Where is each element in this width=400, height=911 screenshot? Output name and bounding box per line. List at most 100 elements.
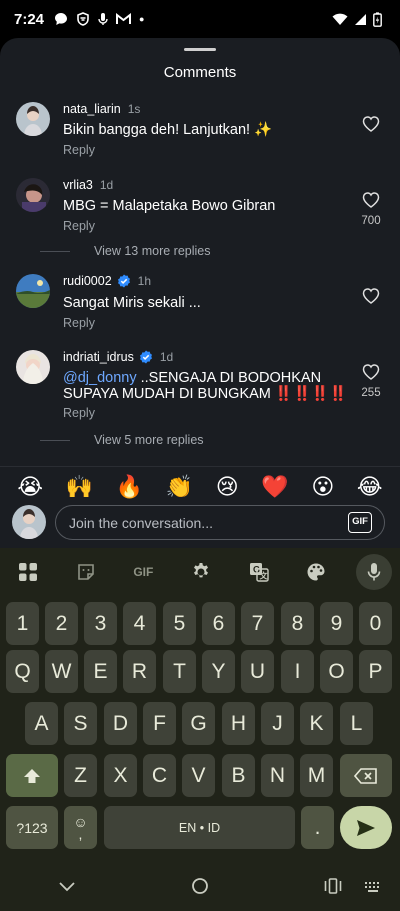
backspace-key[interactable] — [340, 754, 392, 797]
key-y[interactable]: Y — [202, 650, 235, 693]
key-c[interactable]: C — [143, 754, 176, 797]
reply-button[interactable]: Reply — [63, 316, 95, 330]
comment-header: vrlia3 1d — [63, 178, 113, 192]
key-q[interactable]: Q — [6, 650, 39, 693]
emoji-button[interactable]: 😮 — [311, 474, 334, 500]
emoji-comma-key[interactable]: ☺ , — [64, 806, 97, 849]
space-bar[interactable]: EN • ID — [104, 806, 295, 849]
key-p[interactable]: P — [359, 650, 392, 693]
emoji-button[interactable]: 👏 — [166, 474, 193, 500]
key-h[interactable]: H — [222, 702, 255, 745]
key-1[interactable]: 1 — [6, 602, 39, 645]
apps-icon[interactable] — [10, 554, 46, 590]
key-5[interactable]: 5 — [163, 602, 196, 645]
heart-icon — [362, 288, 380, 304]
status-time: 7:24 — [14, 10, 45, 28]
notification-icons: ● — [54, 12, 144, 26]
key-3[interactable]: 3 — [84, 602, 117, 645]
key-r[interactable]: R — [123, 650, 156, 693]
key-n[interactable]: N — [261, 754, 294, 797]
key-7[interactable]: 7 — [241, 602, 274, 645]
key-x[interactable]: X — [104, 754, 137, 797]
avatar[interactable] — [16, 274, 50, 308]
key-j[interactable]: J — [261, 702, 294, 745]
view-more-replies[interactable]: View 5 more replies — [40, 433, 204, 447]
keyboard-switch-icon[interactable] — [364, 880, 382, 898]
key-t[interactable]: T — [163, 650, 196, 693]
emoji-button[interactable]: 😭 — [17, 474, 43, 500]
key-o[interactable]: O — [320, 650, 353, 693]
symbols-key[interactable]: ?123 — [6, 806, 58, 849]
mention-link[interactable]: @dj_donny — [63, 370, 137, 386]
emoji-button[interactable]: 😂 — [357, 474, 383, 500]
key-6[interactable]: 6 — [202, 602, 235, 645]
back-chevron-icon[interactable] — [58, 880, 76, 898]
backspace-icon — [354, 767, 377, 784]
comment-username[interactable]: vrlia3 — [63, 178, 93, 192]
translate-icon[interactable]: G文 — [241, 554, 277, 590]
like-button[interactable] — [356, 116, 386, 137]
key-a[interactable]: A — [25, 702, 58, 745]
comment-composer: GIF — [0, 504, 400, 544]
navigation-bar — [0, 866, 400, 911]
key-f[interactable]: F — [143, 702, 176, 745]
comment-input-box[interactable]: GIF — [55, 505, 385, 540]
key-u[interactable]: U — [241, 650, 274, 693]
emoji-button[interactable]: 🙌 — [66, 474, 93, 500]
key-m[interactable]: M — [300, 754, 333, 797]
like-button[interactable]: 700 — [356, 192, 386, 227]
divider — [40, 250, 70, 252]
shield-icon — [77, 12, 89, 26]
key-b[interactable]: B — [222, 754, 255, 797]
gear-icon[interactable] — [183, 554, 219, 590]
sticker-icon[interactable] — [68, 554, 104, 590]
key-9[interactable]: 9 — [320, 602, 353, 645]
comment-username[interactable]: nata_liarin — [63, 102, 121, 116]
emoji-button[interactable]: ❤️ — [261, 474, 288, 500]
like-button[interactable] — [356, 288, 386, 309]
comment-username[interactable]: indriati_idrus — [63, 350, 134, 364]
avatar[interactable] — [16, 102, 50, 136]
reply-button[interactable]: Reply — [63, 406, 95, 420]
view-replies-label[interactable]: View 5 more replies — [94, 433, 204, 447]
view-replies-label[interactable]: View 13 more replies — [94, 244, 211, 258]
avatar[interactable] — [16, 178, 50, 212]
palette-icon[interactable] — [298, 554, 334, 590]
key-i[interactable]: I — [281, 650, 314, 693]
recents-icon[interactable] — [324, 878, 342, 899]
key-4[interactable]: 4 — [123, 602, 156, 645]
sheet-title: Comments — [163, 64, 237, 81]
reply-button[interactable]: Reply — [63, 143, 95, 157]
key-s[interactable]: S — [64, 702, 97, 745]
like-count: 700 — [361, 215, 381, 227]
comment-username[interactable]: rudi0002 — [63, 274, 112, 288]
reply-button[interactable]: Reply — [63, 219, 95, 233]
key-l[interactable]: L — [340, 702, 373, 745]
shift-key[interactable] — [6, 754, 58, 797]
key-8[interactable]: 8 — [281, 602, 314, 645]
emoji-button[interactable]: 🔥 — [116, 474, 143, 500]
heart-icon — [362, 192, 380, 208]
drag-handle[interactable] — [184, 48, 216, 51]
key-g[interactable]: G — [182, 702, 215, 745]
key-e[interactable]: E — [84, 650, 117, 693]
key-w[interactable]: W — [45, 650, 78, 693]
period-key[interactable]: . — [301, 806, 334, 849]
avatar[interactable] — [16, 350, 50, 384]
key-z[interactable]: Z — [64, 754, 97, 797]
comment-input[interactable] — [69, 506, 339, 539]
key-k[interactable]: K — [300, 702, 333, 745]
home-icon[interactable] — [191, 877, 209, 900]
send-key[interactable] — [340, 806, 392, 849]
emoji-button[interactable]: 😢 — [216, 474, 239, 500]
key-0[interactable]: 0 — [359, 602, 392, 645]
view-more-replies[interactable]: View 13 more replies — [40, 244, 211, 258]
key-d[interactable]: D — [104, 702, 137, 745]
comment-text: Sangat Miris sekali ... — [63, 295, 201, 311]
gif-tab[interactable]: GIF — [125, 554, 161, 590]
gif-button[interactable]: GIF — [348, 512, 372, 533]
mic-icon[interactable] — [355, 554, 392, 590]
key-v[interactable]: V — [182, 754, 215, 797]
key-2[interactable]: 2 — [45, 602, 78, 645]
like-button[interactable]: 255 — [356, 364, 386, 399]
